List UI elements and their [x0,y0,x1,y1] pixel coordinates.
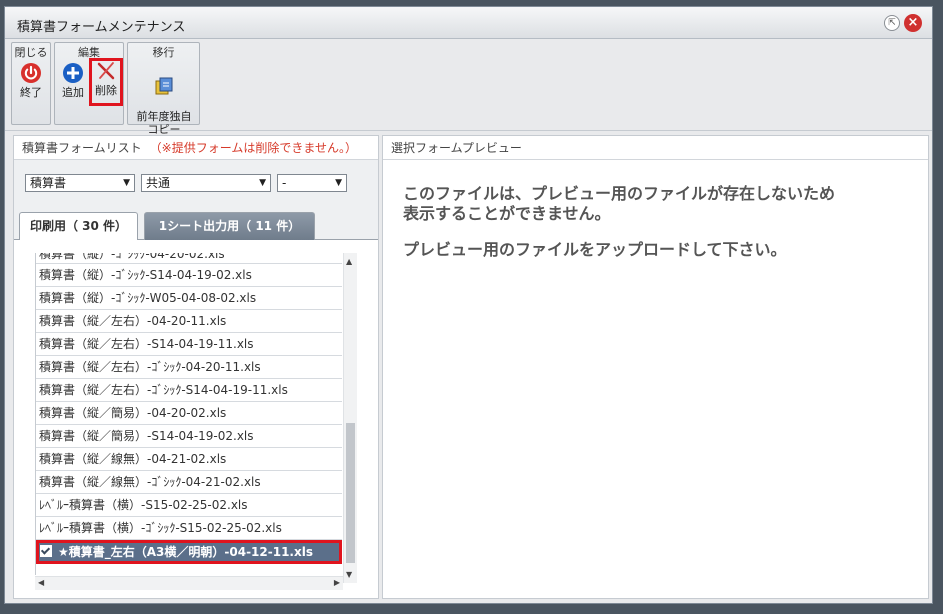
list-item[interactable]: 積算書（縦／簡易）-04-20-02.xls [36,402,342,425]
preview-upload-message: プレビュー用のファイルをアップロードして下さい。 [403,240,787,259]
add-label: 追加 [62,86,84,99]
scope-select[interactable]: 共通 ▼ [141,174,271,192]
list-tabs: 印刷用（ 30 件） 1シート出力用（ 11 件） [14,206,378,240]
form-list-title: 積算書フォームリスト [22,141,142,155]
exit-button[interactable]: 終了 [16,62,46,100]
tab-print[interactable]: 印刷用（ 30 件） [19,212,138,240]
list-item[interactable]: ﾚﾍﾞﾙｰ積算書（横）-S15-02-25-02.xls [36,494,342,517]
form-list: 積算書（縦）-ｺﾞｼｯｸ-04-20-02.xls 積算書（縦）-ｺﾞｼｯｸ-S… [35,253,342,575]
copy-prev-year-button[interactable]: 前年度独自 コピー [130,62,198,136]
toolbar: 閉じる 終了 編集 追加 削除 移行 前年度独自 コピー [5,39,932,136]
chevron-down-icon: ▼ [123,178,130,188]
list-item[interactable]: 積算書（縦）-ｺﾞｼｯｸ-W05-04-08-02.xls [36,287,342,310]
form-list-header: 積算書フォームリスト （※提供フォームは削除できません。） [14,136,378,160]
exit-label: 終了 [20,86,42,99]
copy-icon [155,77,173,95]
window-title: 積算書フォームメンテナンス [17,20,186,35]
list-item[interactable]: 積算書（縦／簡易）-S14-04-19-02.xls [36,425,342,448]
list-item[interactable]: 積算書（縦／左右）-ｺﾞｼｯｸ-S14-04-19-11.xls [36,379,342,402]
selected-list-item[interactable]: ★積算書_左右（A3横／明朝）-04-12-11.xls [36,540,342,564]
toolbar-group-edit: 編集 追加 削除 [54,42,124,125]
list-item-label: 積算書（縦）-ｺﾞｼｯｸ-S14-04-19-02.xls [39,268,252,282]
list-item-label: 積算書（縦）-ｺﾞｼｯｸ-04-20-02.xls [39,253,225,261]
preview-missing-message: このファイルは、プレビュー用のファイルが存在しないため 表示することができません… [403,184,836,223]
scroll-down-icon[interactable]: ▼ [346,570,352,579]
group-title: 閉じる [14,46,48,59]
group-title: 移行 [152,46,175,59]
tab-one-sheet[interactable]: 1シート出力用（ 11 件） [144,212,315,240]
list-item-label: 積算書（縦／簡易）-S14-04-19-02.xls [39,429,254,443]
plus-icon [63,63,83,83]
category-select[interactable]: 積算書 ▼ [25,174,135,192]
list-item-label: ﾚﾍﾞﾙｰ積算書（横）-ｺﾞｼｯｸ-S15-02-25-02.xls [39,521,282,535]
toolbar-group-close: 閉じる 終了 [11,42,51,125]
list-horizontal-scrollbar[interactable]: ◀ ▶ [35,576,343,590]
scroll-up-icon[interactable]: ▲ [346,257,352,266]
preview-message: このファイルは、プレビュー用のファイルが存在しないため 表示することができません… [403,184,903,276]
list-vertical-scrollbar[interactable]: ▲ ▼ [343,253,357,583]
list-item[interactable]: 積算書（縦）-ｺﾞｼｯｸ-S14-04-19-02.xls [36,264,342,287]
form-list-pane: 積算書フォームリスト （※提供フォームは削除できません。） 積算書 ▼ 共通 ▼ - ▼… [13,135,379,599]
title-bar: 積算書フォームメンテナンス ⇱ × [5,7,932,39]
option-select[interactable]: - ▼ [277,174,347,192]
scroll-left-icon[interactable]: ◀ [38,578,44,587]
list-item-label: 積算書（縦／左右）-ｺﾞｼｯｸ-04-20-11.xls [39,360,261,374]
list-item-label: 積算書（縦／左右）-ｺﾞｼｯｸ-S14-04-19-11.xls [39,383,288,397]
list-item-label: 積算書（縦／線無）-ｺﾞｼｯｸ-04-21-02.xls [39,475,261,489]
power-icon [21,63,41,83]
category-select-value: 積算書 [30,176,67,190]
filter-bar: 積算書 ▼ 共通 ▼ - ▼ [14,160,378,206]
delete-label: 削除 [95,84,117,97]
scope-select-value: 共通 [146,176,171,190]
selected-item-label: ★積算書_左右（A3横／明朝）-04-12-11.xls [58,545,313,559]
copy-prev-year-label: 前年度独自 コピー [136,110,192,136]
list-item-label: 積算書（縦／左右）-S14-04-19-11.xls [39,337,254,351]
preview-header: 選択フォームプレビュー [383,136,928,160]
scroll-thumb[interactable] [346,423,355,563]
close-icon[interactable]: × [904,14,922,32]
list-item[interactable]: 積算書（縦／左右）-ｺﾞｼｯｸ-04-20-11.xls [36,356,342,379]
list-item-label: 積算書（縦／簡易）-04-20-02.xls [39,406,227,420]
list-item[interactable]: ﾚﾍﾞﾙｰ積算書（横）-ｺﾞｼｯｸ-S15-02-25-02.xls [36,517,342,540]
list-item-label: 積算書（縦／線無）-04-21-02.xls [39,452,227,466]
checkbox[interactable] [40,545,52,557]
list-item-label: ﾚﾍﾞﾙｰ積算書（横）-S15-02-25-02.xls [39,498,248,512]
toolbar-group-migrate: 移行 前年度独自 コピー [127,42,200,136]
list-item[interactable]: 積算書（縦／線無）-ｺﾞｼｯｸ-04-21-02.xls [36,471,342,494]
preview-pane: 選択フォームプレビュー このファイルは、プレビュー用のファイルが存在しないため … [382,135,929,599]
list-item[interactable]: 積算書（縦／左右）-S14-04-19-11.xls [36,333,342,356]
list-item[interactable]: 積算書（縦／線無）-04-21-02.xls [36,448,342,471]
list-item[interactable]: 積算書（縦）-ｺﾞｼｯｸ-04-20-02.xls [36,253,342,264]
list-item-label: 積算書（縦）-ｺﾞｼｯｸ-W05-04-08-02.xls [39,291,257,305]
app-window: 積算書フォームメンテナンス ⇱ × 閉じる 終了 編集 追加 削除 移行 前年度… [4,6,933,604]
popout-icon[interactable]: ⇱ [884,15,900,31]
chevron-down-icon: ▼ [259,178,266,188]
option-select-value: - [282,176,287,190]
list-item[interactable]: 積算書（縦／左右）-04-20-11.xls [36,310,342,333]
delete-button[interactable]: 削除 [89,58,123,106]
delete-warning: （※提供フォームは削除できません。） [149,141,357,155]
delete-x-icon [97,62,115,80]
scroll-right-icon[interactable]: ▶ [334,578,340,587]
group-title: 編集 [78,46,100,59]
add-button[interactable]: 追加 [58,62,88,100]
chevron-down-icon: ▼ [335,178,342,188]
list-item-label: 積算書（縦／左右）-04-20-11.xls [39,314,227,328]
